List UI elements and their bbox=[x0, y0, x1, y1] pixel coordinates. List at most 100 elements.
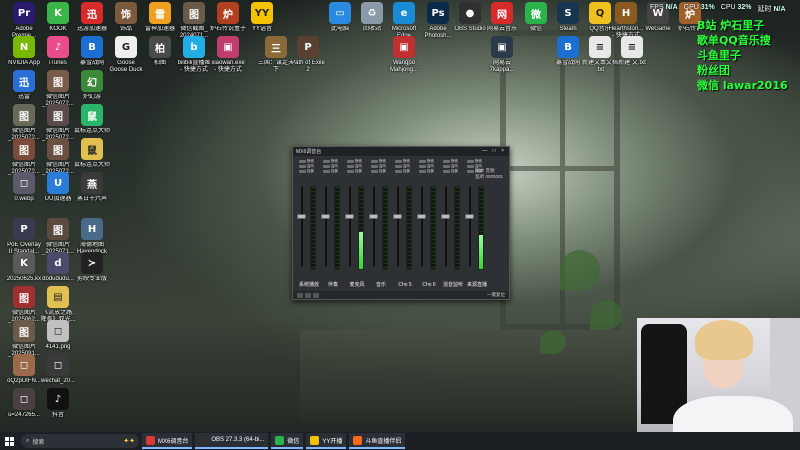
app-icon: K bbox=[13, 252, 35, 274]
app-icon: 幻 bbox=[81, 70, 103, 92]
mixer-body: 版本 音频 监听 0000001 静音 监听 独奏 系统播放 静音 监听 独奏 伴奏 静音 监听独… bbox=[293, 156, 509, 293]
app-icon: ◻ bbox=[13, 354, 35, 376]
mini-button[interactable] bbox=[313, 292, 319, 298]
start-button[interactable] bbox=[0, 432, 18, 450]
mini-button[interactable] bbox=[297, 292, 303, 298]
app-icon: 柏 bbox=[149, 36, 171, 58]
fader-knob[interactable] bbox=[297, 214, 306, 219]
app-icon: ◻ bbox=[13, 172, 35, 194]
overlay-line: 微信 lawar2016 bbox=[697, 79, 788, 92]
toggle-label: 独奏 bbox=[307, 168, 314, 173]
windows-icon bbox=[4, 436, 14, 446]
app-icon: N bbox=[13, 36, 35, 58]
app-icon: H bbox=[81, 218, 103, 240]
taskbar: ⌕ 搜索 ✦✦ MX6调音台 OBS 27.3.3 (64-bi... 微信 YY开播… bbox=[0, 432, 800, 450]
mini-button[interactable] bbox=[305, 292, 311, 298]
app-icon: B bbox=[81, 36, 103, 58]
level-meter bbox=[454, 186, 460, 270]
fader-track[interactable] bbox=[397, 186, 399, 266]
taskbar-search[interactable]: ⌕ 搜索 ✦✦ bbox=[21, 434, 139, 448]
wallpaper-plant bbox=[560, 250, 600, 290]
toggle-box bbox=[371, 159, 378, 163]
channel-label: 系统播放 bbox=[298, 282, 319, 288]
channel-toggle[interactable]: 独奏 bbox=[467, 169, 499, 173]
fader-track[interactable] bbox=[301, 186, 303, 266]
app-icon: P bbox=[297, 36, 319, 58]
desktop-icon[interactable]: ▣ Wangpo Mahjong... bbox=[382, 36, 426, 74]
fader-track[interactable] bbox=[373, 186, 375, 266]
desktop-icon[interactable]: ▣ 网易云 7kappa... bbox=[480, 36, 524, 74]
overlay-line: B站 炉石里子 bbox=[697, 19, 765, 32]
fader-track[interactable] bbox=[421, 186, 423, 266]
app-icon: ▣ bbox=[217, 36, 239, 58]
wallpaper-plant bbox=[540, 330, 566, 354]
mixer-window[interactable]: MX6调音台 — □ × 版本 音频 监听 0000001 静音 监听 独奏 系统播放… bbox=[292, 146, 510, 300]
app-icon: ▣ bbox=[393, 36, 415, 58]
toggle-box bbox=[371, 164, 378, 168]
desktop-icon[interactable]: ≡ 新建 文.txt bbox=[610, 36, 654, 67]
app-icon: 图 bbox=[47, 104, 69, 126]
desktop-icon-label: 剪映专业版 bbox=[76, 276, 107, 282]
fader-track[interactable] bbox=[325, 186, 327, 266]
fader-track[interactable] bbox=[349, 186, 351, 266]
taskbar-app-icon bbox=[146, 435, 155, 445]
fader-knob[interactable] bbox=[393, 214, 402, 219]
channel-label: 伴奏 bbox=[327, 282, 338, 288]
desktop-icon[interactable]: H海德地图 Havendock bbox=[70, 218, 114, 256]
fader-knob[interactable] bbox=[465, 214, 474, 219]
desktop-icon[interactable]: 鼠鼠标连点大师 bbox=[70, 138, 114, 169]
window-controls[interactable]: — □ × bbox=[482, 148, 506, 155]
fader-knob[interactable] bbox=[369, 214, 378, 219]
fader-track[interactable] bbox=[445, 186, 447, 266]
desktop-icon-label: 蒸日十六声 bbox=[76, 196, 107, 202]
desktop-icon[interactable]: YY YY语音 bbox=[240, 2, 284, 33]
desktop-icon[interactable]: 鼠鼠标连点大师 bbox=[70, 104, 114, 135]
toggle-box bbox=[419, 159, 426, 163]
desktop-icon[interactable]: ≻ 剪映专业版 bbox=[70, 252, 114, 283]
toggle-box bbox=[347, 159, 354, 163]
toggle-box bbox=[347, 164, 354, 168]
fader-knob[interactable] bbox=[441, 214, 450, 219]
taskbar-app[interactable]: 微信 bbox=[271, 433, 304, 449]
channel-label: Chn 5 bbox=[398, 282, 412, 288]
taskbar-app[interactable]: 斗鱼直播伴侣 bbox=[349, 433, 406, 449]
taskbar-app[interactable]: YY开播 bbox=[306, 433, 347, 449]
fader-knob[interactable] bbox=[345, 214, 354, 219]
fader-knob[interactable] bbox=[417, 214, 426, 219]
desktop-icon[interactable]: ◻ 4141.png bbox=[36, 320, 80, 351]
perf-overlay: FPS N/A GPU 31% CPU 32% 延时 N/A bbox=[650, 4, 786, 16]
app-icon: B bbox=[557, 36, 579, 58]
app-icon: 雷 bbox=[149, 2, 171, 24]
desktop-icon[interactable]: 幻炉幻游 bbox=[70, 70, 114, 101]
mixer-mini-buttons bbox=[297, 292, 319, 298]
desktop-icon[interactable]: ▤《流放之路: 降临》双光... bbox=[36, 286, 80, 324]
app-icon: 迅 bbox=[81, 2, 103, 24]
desktop-icon[interactable]: 燕蒸日十六声 bbox=[70, 172, 114, 203]
app-icon: 网 bbox=[491, 2, 513, 24]
toggle-box bbox=[467, 164, 474, 168]
desktop-icon[interactable]: ▣ xiaowan.exe - 快捷方式 bbox=[206, 36, 250, 74]
app-icon: ▭ bbox=[329, 2, 351, 24]
desktop-icon[interactable]: ◻ wechat_20... bbox=[36, 354, 80, 385]
level-meter-fill bbox=[359, 232, 363, 269]
app-icon: 饰 bbox=[115, 2, 137, 24]
taskbar-app[interactable]: MX6调音台 bbox=[142, 433, 193, 449]
app-icon: Pr bbox=[13, 2, 35, 24]
fader-knob[interactable] bbox=[321, 214, 330, 219]
app-icon: 微 bbox=[525, 2, 547, 24]
desktop-icon[interactable]: ♪ 抖音 bbox=[36, 388, 80, 419]
channel-toggle[interactable]: 静音 bbox=[467, 159, 499, 163]
desktop-icon[interactable]: P Path of Exile 2 bbox=[286, 36, 330, 74]
desktop-icon-label: Path of Exile 2 bbox=[291, 60, 325, 73]
reset-button[interactable]: 一键复位 bbox=[487, 292, 505, 298]
taskbar-app-label: 斗鱼直播伴侣 bbox=[365, 438, 402, 445]
taskbar-app[interactable]: OBS 27.3.3 (64-bi... bbox=[195, 433, 269, 449]
wallpaper-floor bbox=[300, 330, 640, 420]
toggle-label: 独奏 bbox=[355, 168, 362, 173]
channel-toggle[interactable]: 监听 bbox=[467, 164, 499, 168]
level-meter bbox=[430, 186, 436, 270]
fader-track[interactable] bbox=[469, 186, 471, 266]
toggle-label: 独奏 bbox=[379, 168, 386, 173]
mixer-title-bar[interactable]: MX6调音台 — □ × bbox=[293, 147, 509, 156]
app-icon: H bbox=[615, 2, 637, 24]
